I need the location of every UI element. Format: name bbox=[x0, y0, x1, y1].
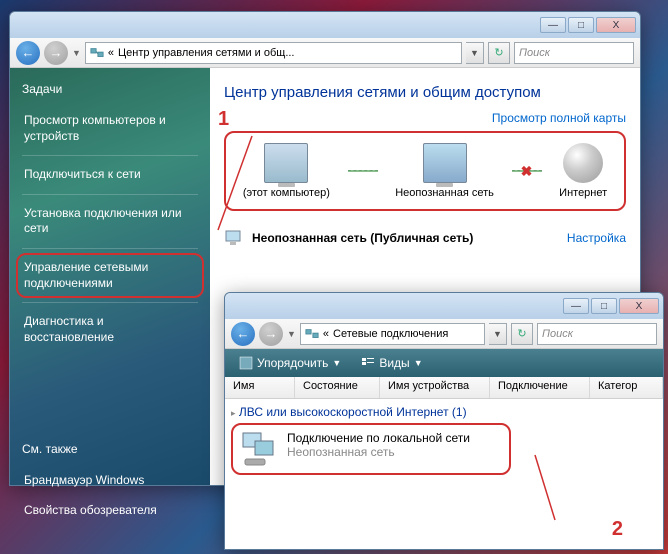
forward-button[interactable]: → bbox=[44, 41, 68, 65]
sidebar-item-connect[interactable]: Подключиться к сети bbox=[22, 160, 198, 190]
back-button[interactable]: ← bbox=[231, 322, 255, 346]
tasks-sidebar: Задачи Просмотр компьютеров и устройств … bbox=[10, 68, 210, 485]
maximize-button[interactable]: □ bbox=[568, 17, 594, 33]
sidebar-item-firewall[interactable]: Брандмауэр Windows bbox=[22, 466, 198, 496]
col-category[interactable]: Категор bbox=[590, 377, 663, 398]
sidebar-header: Задачи bbox=[22, 82, 198, 96]
navbar: ← → ▼ « Центр управления сетями и общ...… bbox=[10, 38, 640, 68]
address-bar[interactable]: « Сетевые подключения bbox=[300, 323, 485, 345]
network-icon bbox=[305, 327, 319, 341]
organize-menu[interactable]: Упорядочить ▼ bbox=[233, 354, 347, 372]
views-menu[interactable]: Виды ▼ bbox=[355, 354, 428, 372]
back-button[interactable]: ← bbox=[16, 41, 40, 65]
organize-icon bbox=[239, 356, 253, 370]
address-dropdown[interactable]: ▼ bbox=[466, 42, 484, 64]
annotation-2: 2 bbox=[612, 518, 623, 541]
organize-label: Упорядочить bbox=[257, 356, 328, 370]
col-connection[interactable]: Подключение bbox=[490, 377, 590, 398]
address-dropdown[interactable]: ▼ bbox=[489, 323, 507, 345]
views-icon bbox=[361, 356, 375, 370]
sidebar-item-setup[interactable]: Установка подключения или сети bbox=[22, 199, 198, 244]
breadcrumb-text: Сетевые подключения bbox=[333, 328, 448, 340]
node-internet-label: Интернет bbox=[559, 187, 607, 199]
col-status[interactable]: Состояние bbox=[295, 377, 380, 398]
network-node-icon bbox=[423, 143, 467, 183]
chevron-right-icon: ▸ bbox=[231, 408, 236, 418]
group-header[interactable]: ▸ ЛВС или высокоскоростной Интернет (1) bbox=[231, 405, 657, 419]
connection-status: Неопознанная сеть bbox=[287, 445, 470, 459]
breadcrumb-prefix: « bbox=[323, 328, 329, 340]
network-connections-window: — □ X ← → ▼ « Сетевые подключения ▼ ↻ По… bbox=[224, 292, 664, 550]
navbar: ← → ▼ « Сетевые подключения ▼ ↻ Поиск bbox=[225, 319, 663, 349]
column-headers: Имя Состояние Имя устройства Подключение… bbox=[225, 377, 663, 399]
close-button[interactable]: X bbox=[596, 17, 636, 33]
view-full-map-link[interactable]: Просмотр полной карты bbox=[224, 111, 626, 125]
minimize-button[interactable]: — bbox=[540, 17, 566, 33]
search-input[interactable]: Поиск bbox=[514, 42, 634, 64]
connection-item[interactable]: Подключение по локальной сети Неопознанн… bbox=[231, 423, 511, 475]
connection-name: Подключение по локальной сети bbox=[287, 431, 470, 445]
close-button[interactable]: X bbox=[619, 298, 659, 314]
nav-chevron-icon: ▼ bbox=[287, 329, 296, 339]
configure-link[interactable]: Настройка bbox=[567, 231, 626, 245]
group-label: ЛВС или высокоскоростной Интернет (1) bbox=[239, 405, 467, 419]
sidebar-item-diagnose[interactable]: Диагностика и восстановление bbox=[22, 307, 198, 352]
connector-fail bbox=[512, 170, 542, 172]
search-input[interactable]: Поиск bbox=[537, 323, 657, 345]
maximize-button[interactable]: □ bbox=[591, 298, 617, 314]
annotation-1: 1 bbox=[218, 108, 229, 131]
minimize-button[interactable]: — bbox=[563, 298, 589, 314]
forward-button[interactable]: → bbox=[259, 322, 283, 346]
globe-icon bbox=[563, 143, 603, 183]
address-bar[interactable]: « Центр управления сетями и общ... bbox=[85, 42, 462, 64]
network-status-row: Неопознанная сеть (Публичная сеть) Настр… bbox=[224, 229, 626, 247]
sidebar-item-view-computers[interactable]: Просмотр компьютеров и устройств bbox=[22, 106, 198, 151]
monitor-icon bbox=[224, 229, 244, 247]
sidebar-item-browser-props[interactable]: Свойства обозревателя bbox=[22, 496, 198, 526]
views-label: Виды bbox=[379, 356, 409, 370]
toolbar: Упорядочить ▼ Виды ▼ bbox=[225, 349, 663, 377]
connector-ok bbox=[348, 170, 378, 172]
nav-chevron-icon: ▼ bbox=[72, 48, 81, 58]
node-network: Неопознанная сеть bbox=[395, 143, 494, 199]
network-icon bbox=[90, 46, 104, 60]
col-device[interactable]: Имя устройства bbox=[380, 377, 490, 398]
sidebar-item-manage-connections[interactable]: Управление сетевыми подключениями bbox=[16, 253, 204, 298]
network-name: Неопознанная сеть (Публичная сеть) bbox=[252, 231, 473, 245]
titlebar: — □ X bbox=[225, 293, 663, 319]
connection-text: Подключение по локальной сети Неопознанн… bbox=[287, 431, 470, 467]
refresh-button[interactable]: ↻ bbox=[511, 323, 533, 345]
lan-icon bbox=[239, 431, 279, 467]
breadcrumb-prefix: « bbox=[108, 47, 114, 59]
chevron-down-icon: ▼ bbox=[332, 358, 341, 368]
refresh-button[interactable]: ↻ bbox=[488, 42, 510, 64]
breadcrumb-text: Центр управления сетями и общ... bbox=[118, 47, 294, 59]
node-internet: Интернет bbox=[559, 143, 607, 199]
titlebar: — □ X bbox=[10, 12, 640, 38]
node-computer-label: (этот компьютер) bbox=[243, 187, 330, 199]
page-title: Центр управления сетями и общим доступом bbox=[224, 84, 626, 101]
chevron-down-icon: ▼ bbox=[414, 358, 423, 368]
node-computer: (этот компьютер) bbox=[243, 143, 330, 199]
connections-list: ▸ ЛВС или высокоскоростной Интернет (1) … bbox=[225, 399, 663, 549]
col-name[interactable]: Имя bbox=[225, 377, 295, 398]
computer-icon bbox=[264, 143, 308, 183]
see-also-header: См. также bbox=[22, 442, 198, 456]
node-network-label: Неопознанная сеть bbox=[395, 187, 494, 199]
network-diagram: (этот компьютер) Неопознанная сеть Интер… bbox=[224, 131, 626, 211]
